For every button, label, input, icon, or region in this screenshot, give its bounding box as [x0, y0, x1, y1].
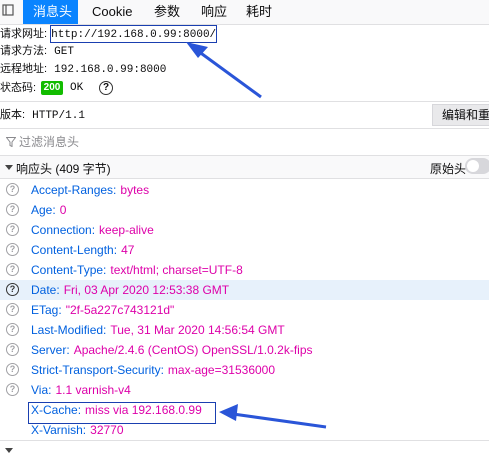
- annotation-arrows: [186, 42, 327, 429]
- arrow-to-x-cache: [219, 404, 327, 429]
- arrow-to-url: [186, 42, 262, 99]
